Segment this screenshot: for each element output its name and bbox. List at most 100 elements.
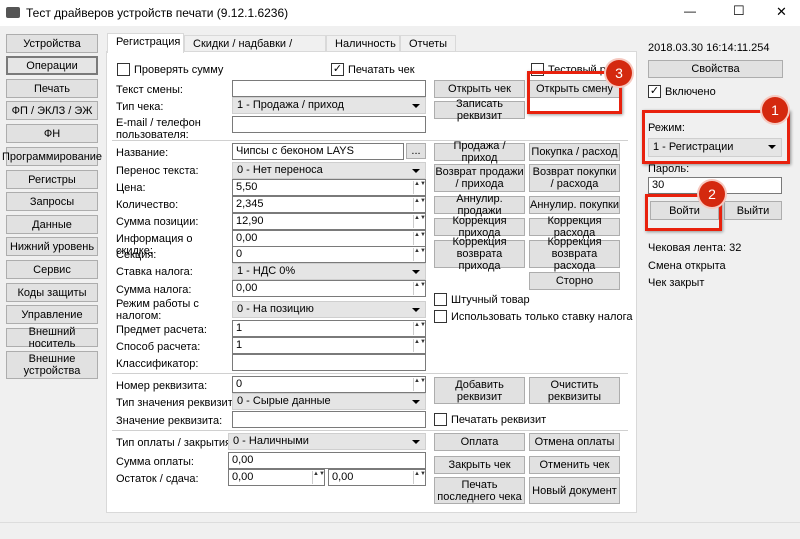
wrap-select[interactable]: 0 - Нет переноса [232, 162, 426, 179]
printer-icon [6, 7, 20, 18]
only-tax-checkbox[interactable] [434, 310, 447, 323]
tab-0[interactable]: Регистрация [107, 33, 184, 53]
check_type-select[interactable]: 1 - Продажа / приход [232, 97, 426, 114]
name-label: Название: [116, 147, 169, 159]
new_doc-button[interactable]: Новый документ [529, 477, 620, 504]
change1-input[interactable]: 0,00 ▲▼ [228, 469, 325, 486]
req_num-input[interactable]: 0 ▲▼ [232, 376, 426, 393]
email-input[interactable] [232, 116, 426, 133]
sale-button[interactable]: Продажа / приход [434, 140, 525, 164]
tab-2[interactable]: Наличность [326, 35, 400, 52]
ret_buy-button[interactable]: Возврат покупки / расхода [529, 164, 620, 192]
tab-1[interactable]: Скидки / надбавки / налоги [184, 35, 326, 62]
cancel_pay-button[interactable]: Отмена оплаты [529, 433, 620, 451]
status-bar [0, 522, 800, 539]
print-check-checkbox[interactable]: ✓ [331, 63, 344, 76]
sidebar-item-7[interactable]: Запросы [6, 192, 98, 211]
tax_sum-spinner-icon[interactable]: ▲▼ [413, 282, 426, 295]
req_value-input[interactable] [232, 411, 426, 428]
enabled-label: Включено [665, 86, 716, 98]
discount-spinner-icon[interactable]: ▲▼ [413, 232, 426, 245]
cancel_check-button[interactable]: Отменить чек [529, 456, 620, 474]
maximize-button[interactable]: ☐ [733, 3, 745, 19]
add_req-button[interactable]: Добавить реквизит [434, 377, 525, 404]
method-input[interactable]: 1 ▲▼ [232, 337, 426, 354]
qty-input[interactable]: 2,345 ▲▼ [232, 196, 426, 213]
sidebar-item-2[interactable]: Печать [6, 79, 98, 98]
pay_sum-input[interactable]: 0,00 [228, 452, 426, 469]
tax_mode-select[interactable]: 0 - На позицию [232, 301, 426, 318]
pos_sum-value: 12,90 [236, 215, 264, 227]
sidebar-item-3[interactable]: ФП / ЭКЛЗ / ЭЖ [6, 101, 98, 120]
sidebar-item-5[interactable]: Программирование [2, 147, 102, 166]
pay_type-select[interactable]: 0 - Наличными [228, 433, 426, 450]
discount-input[interactable]: 0,00 ▲▼ [232, 230, 426, 247]
pos_sum-spinner-icon[interactable]: ▲▼ [413, 215, 426, 228]
tape-status: Чековая лента: 32 [648, 242, 742, 254]
change1-spinner-icon[interactable]: ▲▼ [312, 471, 325, 484]
req_type-label: Тип значения реквизита: [116, 397, 242, 409]
sidebar-item-11[interactable]: Коды защиты [6, 283, 98, 302]
tab-3[interactable]: Отчеты [400, 35, 456, 52]
req_num-spinner-icon[interactable]: ▲▼ [413, 378, 426, 391]
corr_in-button[interactable]: Коррекция прихода [434, 215, 525, 239]
pos_sum-input[interactable]: 12,90 ▲▼ [232, 213, 426, 230]
tax-label: Ставка налога: [116, 266, 193, 278]
sidebar-item-9[interactable]: Нижний уровень [6, 237, 98, 256]
sidebar-item-12[interactable]: Управление [6, 305, 98, 324]
subject-input[interactable]: 1 ▲▼ [232, 320, 426, 337]
change-label: Остаток / сдача: [116, 473, 199, 485]
print-check-label: Печатать чек [348, 64, 415, 76]
section-input[interactable]: 0 ▲▼ [232, 246, 426, 263]
buy-button[interactable]: Покупка / расход [529, 143, 620, 161]
check-sum-checkbox[interactable] [117, 63, 130, 76]
corr_ret_in-button[interactable]: Коррекция возврата прихода [434, 236, 525, 272]
name-input[interactable]: Чипсы с беконом LAYS [232, 143, 404, 160]
print_last-button[interactable]: Печать последнего чека [434, 477, 525, 504]
pay_sum-value: 0,00 [232, 454, 254, 466]
section-spinner-icon[interactable]: ▲▼ [413, 248, 426, 261]
corr_out-button[interactable]: Коррекция расхода [529, 215, 620, 239]
sidebar-item-14[interactable]: Внешние устройства [6, 351, 98, 379]
tax_sum-label: Сумма налога: [116, 284, 192, 296]
logout-button[interactable]: Выйти [724, 201, 782, 220]
sidebar-item-1[interactable]: Операции [6, 56, 98, 75]
ret_sale-button[interactable]: Возврат продажи / прихода [434, 164, 525, 192]
tax-select[interactable]: 1 - НДС 0% [232, 263, 426, 280]
close_check-button[interactable]: Закрыть чек [434, 456, 525, 474]
open_check-button[interactable]: Открыть чек [434, 80, 525, 98]
ann_buy-button[interactable]: Аннулир. покупки [529, 196, 620, 214]
classifier-input[interactable] [232, 354, 426, 371]
sidebar-item-13[interactable]: Внешний носитель [6, 326, 98, 350]
subject-spinner-icon[interactable]: ▲▼ [413, 322, 426, 335]
ellipsis-button[interactable]: ... [406, 143, 426, 159]
shift_text-input[interactable] [232, 80, 426, 97]
price-value: 5,50 [236, 181, 258, 193]
sidebar-item-8[interactable]: Данные [6, 215, 98, 234]
clear_req-button[interactable]: Очистить реквизиты [529, 377, 620, 404]
ann_sale-button[interactable]: Аннулир. продажи [434, 193, 525, 217]
corr_ret_out-button[interactable]: Коррекция возврата расхода [529, 236, 620, 272]
print-req-checkbox[interactable] [434, 413, 447, 426]
properties-button[interactable]: Свойства [648, 60, 783, 78]
tax_sum-input[interactable]: 0,00 ▲▼ [232, 280, 426, 297]
method-spinner-icon[interactable]: ▲▼ [413, 339, 426, 352]
write_req-button[interactable]: Записать реквизит [434, 98, 525, 122]
price-spinner-icon[interactable]: ▲▼ [413, 181, 426, 194]
req_type-select[interactable]: 0 - Сырые данные [232, 393, 426, 410]
price-input[interactable]: 5,50 ▲▼ [232, 179, 426, 196]
sidebar-item-0[interactable]: Устройства [6, 34, 98, 53]
storno-button[interactable]: Сторно [529, 272, 620, 290]
qty-spinner-icon[interactable]: ▲▼ [413, 198, 426, 211]
pay-button[interactable]: Оплата [434, 433, 525, 451]
enabled-checkbox[interactable]: ✓ [648, 85, 661, 98]
sidebar-item-10[interactable]: Сервис [6, 260, 98, 279]
minimize-button[interactable]: — [684, 4, 696, 18]
close-button[interactable]: ✕ [776, 4, 787, 20]
sidebar-item-6[interactable]: Регистры [6, 170, 98, 189]
change2-spinner-icon[interactable]: ▲▼ [413, 471, 426, 484]
change2-input[interactable]: 0,00 ▲▼ [328, 469, 426, 486]
section-value: 0 [236, 248, 243, 260]
sidebar-item-4[interactable]: ФН [6, 124, 98, 143]
piece-checkbox[interactable] [434, 293, 447, 306]
